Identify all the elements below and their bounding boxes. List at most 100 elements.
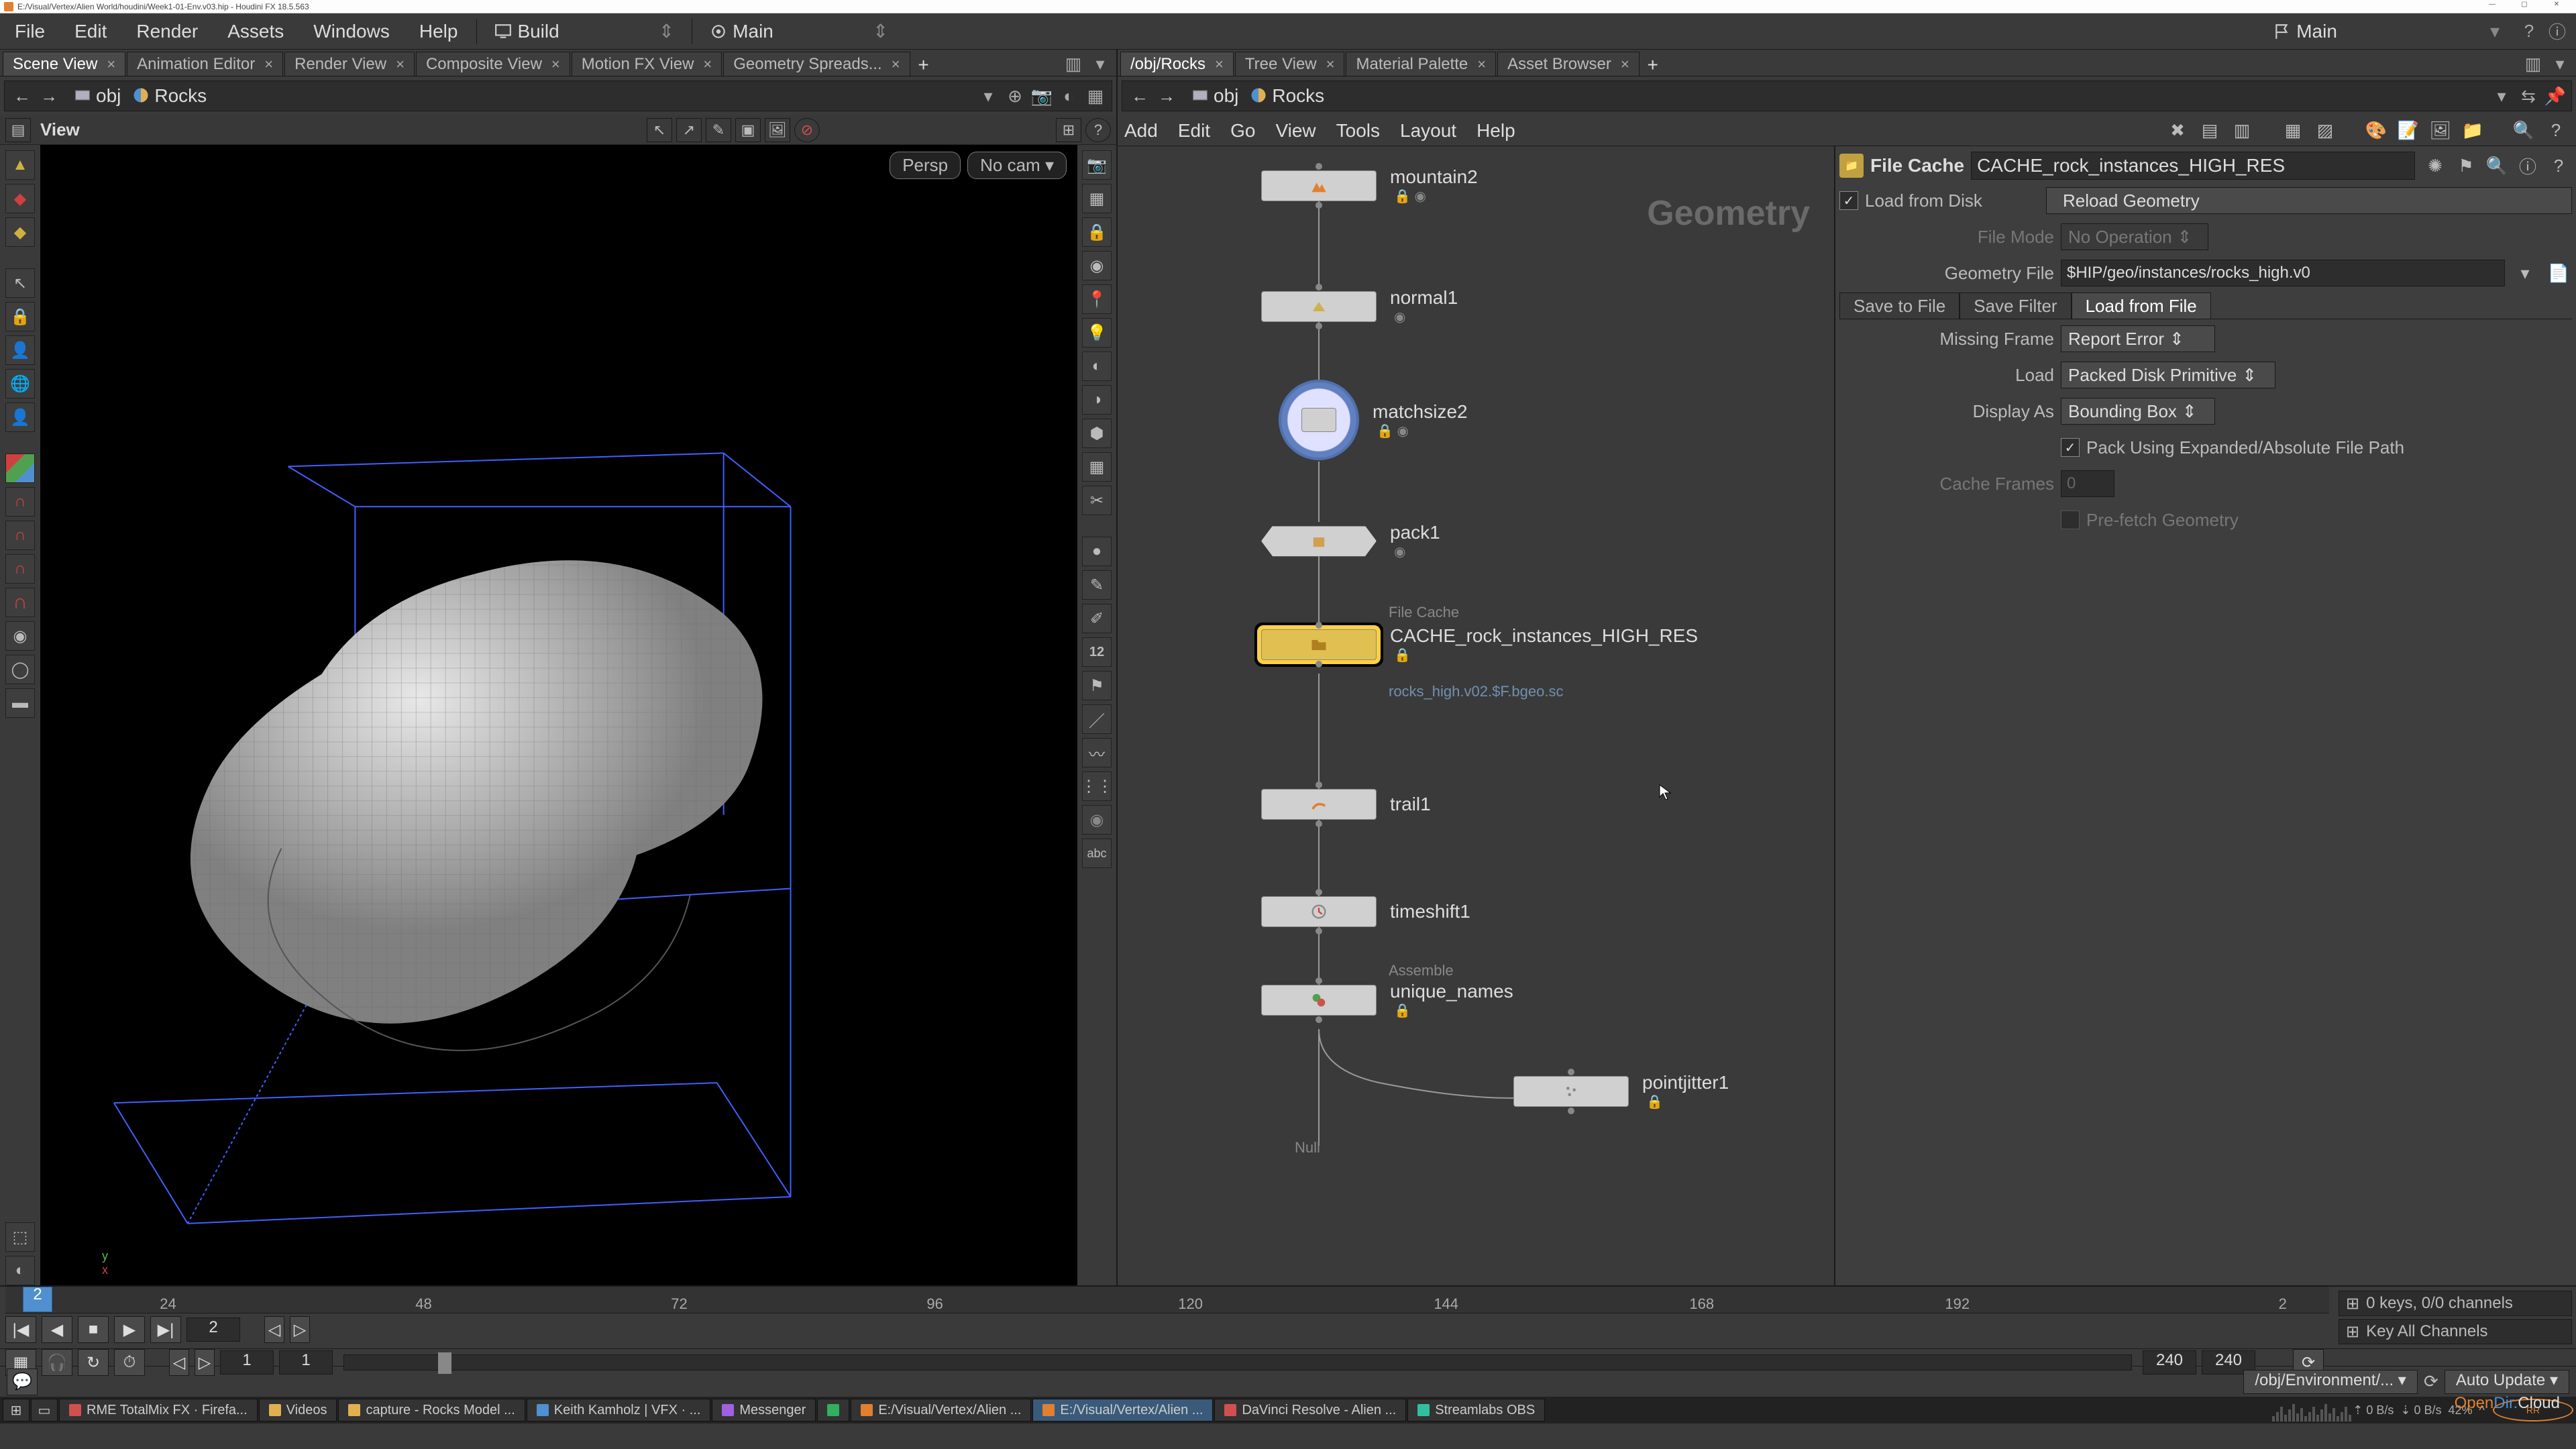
tab-tree-view[interactable]: Tree View×	[1235, 52, 1345, 76]
close-icon[interactable]: ×	[892, 56, 900, 73]
chevron-down-icon[interactable]: ▾	[976, 84, 1000, 108]
nm-go[interactable]: Go	[1230, 120, 1255, 142]
take-selector[interactable]: Main ⇕	[696, 20, 902, 42]
brush-icon[interactable]: ✎	[706, 118, 731, 142]
node-unique-names[interactable]: Assemble unique_names🔒	[1261, 981, 1513, 1019]
loop-icon[interactable]: ↻	[78, 1349, 109, 1376]
bulb-icon[interactable]: ◐	[1082, 352, 1112, 381]
line-icon[interactable]: ／	[1082, 704, 1112, 734]
tab-composite-view[interactable]: Composite View×	[416, 52, 570, 76]
sync-icon[interactable]: ⇆	[2516, 84, 2540, 108]
help-icon[interactable]: ?	[2542, 117, 2569, 144]
grid-icon[interactable]: ▦	[2279, 117, 2306, 144]
number-icon[interactable]: 12	[1082, 637, 1112, 667]
scatter-icon[interactable]: ⋮⋮	[1082, 771, 1112, 801]
range-handle[interactable]	[438, 1352, 451, 1374]
texture-icon[interactable]: ▦	[1082, 452, 1112, 482]
start-button[interactable]: ⊞	[3, 1399, 30, 1421]
grid2-icon[interactable]: ▨	[2312, 117, 2339, 144]
nm-help[interactable]: Help	[1477, 120, 1515, 142]
first-frame-button[interactable]: |◀	[5, 1316, 36, 1343]
viewport-3d[interactable]: Persp No cam ▾	[40, 145, 1077, 1285]
lock-icon[interactable]: 🔒	[5, 302, 35, 331]
node-timeshift1[interactable]: timeshift1	[1261, 896, 1470, 927]
node-trail1[interactable]: trail1	[1261, 789, 1431, 820]
close-icon[interactable]: ×	[107, 56, 115, 73]
pane-split-icon[interactable]: ▥	[2521, 52, 2545, 76]
list-icon[interactable]: ▤	[2196, 117, 2223, 144]
new-tab-button[interactable]: +	[912, 54, 936, 76]
cursor-icon[interactable]: ↖	[647, 118, 672, 142]
crosshair-icon[interactable]: ⊕	[1003, 84, 1027, 108]
taskbar-app[interactable]: Streamlabs OBS	[1407, 1399, 1545, 1421]
node-filecache[interactable]: File Cache CACHE_rock_instances_HIGH_RES…	[1261, 625, 1698, 663]
realtime-icon[interactable]: ⏱	[114, 1349, 145, 1376]
magnet4-icon[interactable]: ∩	[5, 588, 35, 617]
nm-layout[interactable]: Layout	[1400, 120, 1456, 142]
camera-icon[interactable]: 📷	[1030, 84, 1054, 108]
nm-edit[interactable]: Edit	[1178, 120, 1210, 142]
pin-icon[interactable]: 📍	[1082, 284, 1112, 314]
flag-icon[interactable]: ⚑	[2453, 152, 2479, 179]
search-icon[interactable]: 🔍	[2483, 152, 2510, 179]
taskbar-app[interactable]: capture - Rocks Model ...	[338, 1399, 525, 1421]
load-from-disk-checkbox[interactable]: ✓	[1839, 191, 1858, 210]
curve-icon[interactable]: 〰	[1082, 738, 1112, 767]
pin-icon[interactable]: 📌	[2543, 84, 2567, 108]
color-icon[interactable]: 🎨	[2363, 117, 2390, 144]
magnet-icon[interactable]: ∩	[5, 487, 35, 517]
display-options-icon[interactable]: ▦	[1083, 84, 1108, 108]
take-selector-right[interactable]: Main ▾	[2260, 20, 2513, 42]
chevron-down-icon[interactable]: ▾	[2512, 260, 2538, 286]
window-close-button[interactable]: ✕	[2541, 1, 2572, 13]
material-icon[interactable]: ⬢	[1082, 419, 1112, 448]
nm-view[interactable]: View	[1275, 120, 1316, 142]
key-all-channels-button[interactable]: ⊞Key All Channels	[2339, 1319, 2572, 1344]
light-icon[interactable]: 💡	[1082, 318, 1112, 347]
ghost-icon[interactable]: ◑	[1082, 385, 1112, 415]
tab-load-from-file[interactable]: Load from File	[2072, 292, 2211, 319]
edit-icon[interactable]: ✎	[1082, 570, 1112, 600]
image-icon[interactable]: 🖼	[765, 118, 790, 142]
menu-help[interactable]: Help	[405, 21, 473, 42]
scrub-fwd-button[interactable]: ▷	[290, 1316, 310, 1343]
lock-icon[interactable]: 🔒	[1082, 217, 1112, 247]
node-pack1[interactable]: pack1◉	[1261, 522, 1440, 560]
menu-file[interactable]: File	[0, 21, 60, 42]
tab-animation-editor[interactable]: Animation Editor×	[127, 52, 283, 76]
node-name-field[interactable]: CACHE_rock_instances_HIGH_RES	[1971, 152, 2415, 180]
close-icon[interactable]: ×	[1215, 56, 1224, 73]
back-button[interactable]: ←	[1126, 84, 1153, 108]
nm-add[interactable]: Add	[1124, 120, 1158, 142]
desktop-selector[interactable]: Build ⇕	[481, 20, 688, 42]
range-end-field[interactable]: 240	[2143, 1350, 2196, 1375]
shading-icon[interactable]: ◐	[1057, 84, 1081, 108]
back-button[interactable]: ←	[9, 84, 36, 108]
stop-icon[interactable]: ⊘	[794, 118, 820, 142]
step-back-button[interactable]: ◀	[42, 1316, 72, 1343]
range-start-field[interactable]: 1	[220, 1350, 274, 1375]
new-tab-button[interactable]: +	[1641, 54, 1665, 76]
range-start2-field[interactable]: 1	[279, 1350, 333, 1375]
taskbar-app[interactable]: Videos	[259, 1399, 337, 1421]
taskbar-app[interactable]: Messenger	[712, 1399, 816, 1421]
path-segment-rocks[interactable]: Rocks	[1272, 85, 1324, 107]
status-icon[interactable]: 💬	[7, 1368, 38, 1395]
play-button[interactable]: ▶	[114, 1316, 145, 1343]
network-graph[interactable]: Geometry mountain2🔒 ◉	[1118, 146, 1835, 1285]
menu-assets[interactable]: Assets	[213, 21, 299, 42]
tool2-icon[interactable]: ◐	[5, 1256, 35, 1285]
eye-icon[interactable]: ◉	[1082, 251, 1112, 280]
snap-icon[interactable]: ⊞	[1056, 118, 1081, 142]
file-chooser-icon[interactable]: 📄	[2545, 260, 2572, 286]
box-icon[interactable]: ◆	[5, 217, 35, 247]
close-icon[interactable]: ×	[396, 56, 405, 73]
taskbar-app[interactable]: DaVinci Resolve - Alien ...	[1214, 1399, 1406, 1421]
pane-menu-icon[interactable]: ▾	[1088, 52, 1112, 76]
clip-icon[interactable]: ✂	[1082, 486, 1112, 515]
reload-geometry-button[interactable]: Reload Geometry	[2046, 187, 2572, 214]
window-minimize-button[interactable]: —	[2477, 1, 2508, 13]
taskbar-app[interactable]: Keith Kamholz | VFX · ...	[527, 1399, 711, 1421]
camera-icon[interactable]: 📷	[1082, 150, 1112, 180]
image-icon[interactable]: 🖼	[2427, 117, 2454, 144]
